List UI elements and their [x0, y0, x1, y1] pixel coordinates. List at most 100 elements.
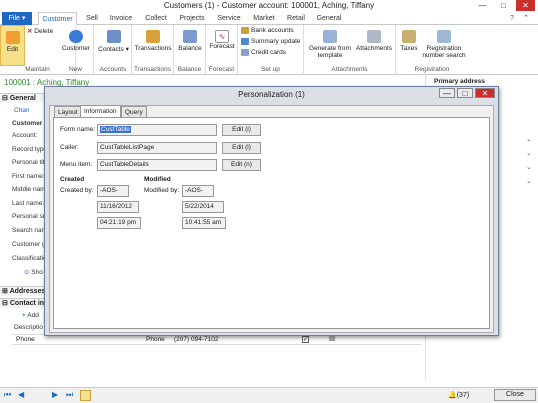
taxes-icon [402, 30, 416, 43]
group-label-transactions: Transactions [134, 66, 171, 73]
transactions-icon [146, 30, 160, 43]
ribbon-group-forecast: ∿ Forecast Forecast [206, 25, 238, 74]
tab-information[interactable]: Information [80, 105, 121, 117]
group-label-forecast: Forecast [208, 66, 235, 73]
phone-icon[interactable]: ☎ [328, 335, 336, 345]
form-name-field[interactable]: CustTable [97, 124, 217, 136]
created-by-label: Created by: [60, 187, 94, 194]
forecast-button[interactable]: ∿ Forecast [207, 30, 237, 50]
modified-date-field: 5/22/2014 [182, 201, 224, 213]
first-record-icon[interactable]: ⏮ [4, 390, 11, 400]
tab-layout[interactable]: Layout [54, 106, 82, 117]
dialog-close-button[interactable]: ✕ [475, 88, 495, 98]
ribbon-collapse-icon[interactable]: ⌃ [520, 12, 532, 25]
edit-caller-button[interactable]: Edit (l) [222, 142, 261, 154]
credit-cards-button[interactable]: Credit cards [241, 49, 286, 56]
primary-checkbox[interactable]: ✓ [302, 336, 309, 343]
ribbon-group-new: Customer New [58, 25, 94, 74]
edit-form-button[interactable]: Edit (i) [222, 124, 261, 136]
window-title: Customers (1) - Customer account: 100001… [163, 1, 375, 10]
tab-general[interactable]: General [314, 12, 344, 25]
dialog-minimize-button[interactable]: — [439, 88, 455, 98]
edit-menu-item-button[interactable]: Edit (n) [222, 159, 261, 171]
created-time-field: 04:21:19 pm [97, 217, 141, 229]
tab-sell[interactable]: Sell [80, 12, 104, 25]
group-label-attachments: Attachments [331, 66, 368, 73]
alerts-indicator[interactable]: 🔔(37) [448, 391, 469, 399]
ribbon-group-accounts: Contacts ▾ Accounts [95, 25, 132, 74]
close-button[interactable]: Close [494, 389, 536, 401]
generate-from-template-button[interactable]: Generate from template [306, 30, 354, 59]
maximize-button[interactable]: □ [494, 0, 513, 11]
close-window-button[interactable]: ✕ [516, 0, 535, 11]
group-label-registration: Registration [414, 66, 450, 73]
summary-update-button[interactable]: Summary update [241, 38, 301, 45]
registration-number-search-button[interactable]: Registration number search [422, 30, 466, 59]
section-addresses[interactable]: ⊞ Addresses [0, 286, 48, 296]
group-label-balance: Balance [177, 66, 202, 73]
caller-label: Caller: [60, 144, 79, 151]
modified-by-label: Modified by: [144, 187, 180, 194]
dialog-title: Personalization (1) [238, 90, 305, 99]
tab-query[interactable]: Query [121, 106, 147, 117]
tab-invoice[interactable]: Invoice [107, 12, 135, 25]
customer-icon [69, 30, 83, 43]
field-label-account: Account: [12, 132, 38, 139]
edit-mode-icon[interactable] [80, 390, 91, 401]
field-label-record-type: Record type [12, 146, 48, 153]
dialog-maximize-button[interactable]: □ [457, 88, 473, 98]
delete-button[interactable]: ✕ Delete [27, 27, 53, 35]
add-contact-button[interactable]: + Add [22, 312, 39, 319]
help-icon[interactable]: ? [506, 12, 518, 25]
section-general[interactable]: ⊟ General [0, 93, 48, 103]
contacts-button[interactable]: Contacts ▾ [97, 30, 130, 53]
chevron-down-icon: ⊙ [24, 269, 30, 276]
row-type: Phone [146, 336, 165, 343]
section-contact-info[interactable]: ⊟ Contact in [0, 298, 48, 308]
tab-projects[interactable]: Projects [176, 12, 208, 25]
ribbon-group-setup: Bank accounts Summary update Credit card… [238, 25, 304, 74]
bank-accounts-button[interactable]: Bank accounts [241, 27, 294, 34]
tab-collect[interactable]: Collect [140, 12, 172, 25]
tab-customer[interactable]: Customer [38, 12, 77, 26]
chevron-down-icon[interactable]: ⌄ [526, 163, 532, 171]
last-record-icon[interactable]: ⏭ [66, 390, 73, 400]
registration-search-icon [437, 30, 451, 43]
field-label-last-name: Last name: [12, 200, 45, 207]
ribbon-group-attachments: Generate from template Attachments Attac… [304, 25, 396, 74]
form-name-label: Form name: [60, 126, 96, 133]
tab-market[interactable]: Market [250, 12, 278, 25]
ribbon: Edit ✕ Delete Maintain Customer New Cont… [0, 25, 538, 75]
created-heading: Created [60, 176, 85, 183]
show-more-button[interactable]: ⊙ Sho [24, 268, 43, 276]
caller-field[interactable]: CustTableListPage [97, 142, 217, 154]
created-date-field: 11/16/2012 [97, 201, 139, 213]
group-label-accounts: Accounts [99, 66, 127, 73]
edit-icon [5, 31, 20, 44]
tab-retail[interactable]: Retail [284, 12, 308, 25]
created-by-field: -AOS- [97, 185, 129, 197]
balance-icon [183, 30, 197, 43]
chevron-down-icon[interactable]: ⌄ [526, 149, 532, 157]
menu-item-label: Menu item: [60, 161, 93, 168]
tab-service[interactable]: Service [214, 12, 244, 25]
menu-bar: File ▾ Customer Sell Invoice Collect Pro… [0, 12, 538, 26]
balance-button[interactable]: Balance [175, 30, 205, 52]
transactions-button[interactable]: Transactions [133, 30, 173, 52]
chevron-down-icon[interactable]: ⌄ [526, 135, 532, 143]
menu-item-field[interactable]: CustTableDetails [97, 159, 217, 171]
field-label-classification: Classificatio [12, 255, 47, 262]
next-record-icon[interactable]: ▶ [52, 390, 58, 399]
customer-button[interactable]: Customer [60, 30, 92, 52]
previous-record-icon[interactable]: ◀ [18, 390, 24, 399]
information-panel: Form name: CustTable Edit (i) Caller: Cu… [53, 117, 490, 329]
chevron-down-icon[interactable]: ⌄ [526, 177, 532, 185]
field-label-first-name: First name: [12, 173, 45, 180]
minimize-button[interactable]: — [473, 0, 492, 11]
edit-button[interactable]: Edit [0, 25, 25, 66]
file-menu[interactable]: File ▾ [2, 12, 32, 25]
change-link[interactable]: Chan [14, 107, 30, 114]
taxes-button[interactable]: Taxes [397, 30, 421, 52]
attachments-button[interactable]: Attachments [354, 30, 394, 52]
row-value: (207) 094-7102 [174, 336, 219, 343]
